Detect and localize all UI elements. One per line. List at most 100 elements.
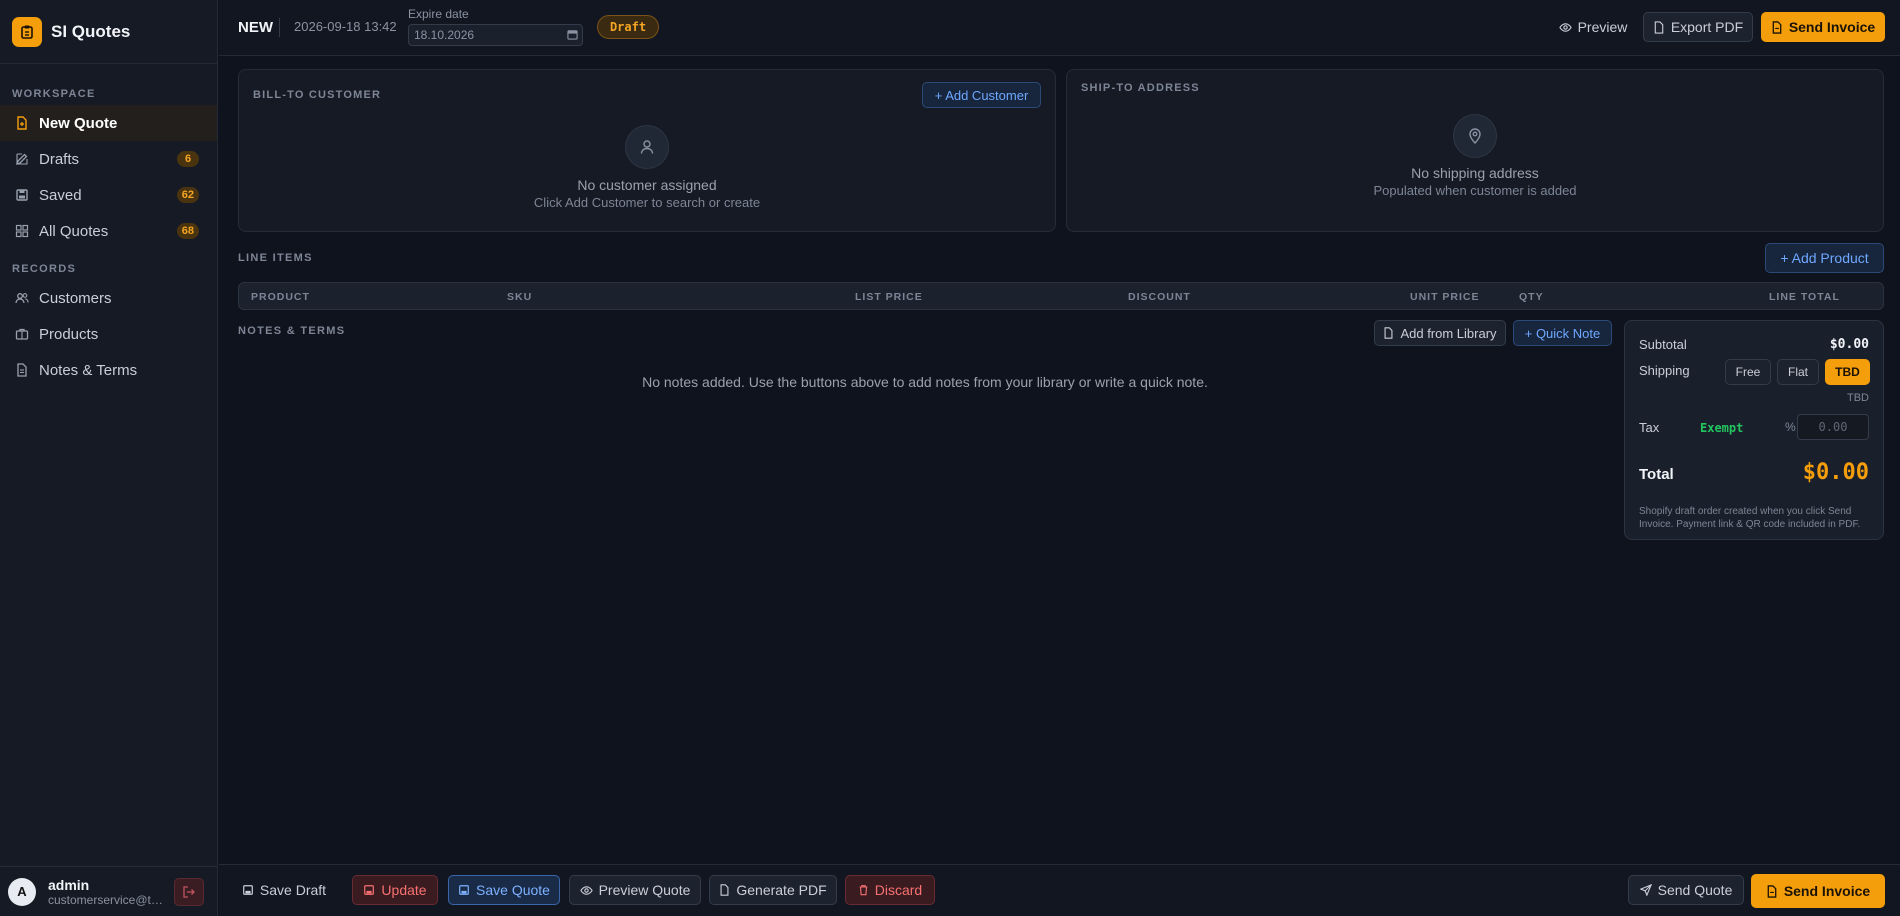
preview-label: Preview bbox=[1577, 19, 1628, 35]
nav-section-workspace: WORKSPACE bbox=[12, 88, 96, 100]
sidebar-item-drafts[interactable]: Drafts 6 bbox=[0, 141, 217, 177]
file-plus-icon bbox=[14, 115, 30, 131]
divider bbox=[279, 18, 280, 37]
totals-summary: Subtotal $0.00 Shipping Free Flat TBD TB… bbox=[1624, 320, 1884, 540]
invoice-icon bbox=[1772, 20, 1782, 34]
grid-icon bbox=[14, 223, 30, 239]
send-quote-label: Send Quote bbox=[1657, 882, 1733, 898]
sidebar-item-notes-terms[interactable]: Notes & Terms bbox=[0, 352, 217, 388]
tax-exempt-status[interactable]: Exempt bbox=[1700, 421, 1743, 435]
shipping-option-free[interactable]: Free bbox=[1725, 359, 1771, 385]
user-email: customerservice@to... bbox=[48, 892, 164, 907]
save-quote-label: Save Quote bbox=[476, 882, 550, 898]
clipboard-icon bbox=[12, 16, 42, 47]
shipping-option-tbd[interactable]: TBD bbox=[1825, 359, 1870, 385]
briefcase-icon bbox=[14, 326, 30, 342]
update-label: Update bbox=[381, 882, 427, 898]
app-name: SI Quotes bbox=[51, 21, 131, 41]
total-value: $0.00 bbox=[1802, 460, 1869, 485]
discard-button[interactable]: Discard bbox=[845, 875, 935, 905]
generate-pdf-button[interactable]: Generate PDF bbox=[709, 875, 837, 905]
expire-date-label: Expire date bbox=[408, 7, 469, 21]
count-badge: 62 bbox=[176, 187, 199, 203]
save-icon bbox=[243, 885, 253, 895]
notes-empty-message: No notes added. Use the buttons above to… bbox=[642, 374, 1208, 390]
send-invoice-button-bottom[interactable]: Send Invoice bbox=[1751, 874, 1885, 908]
column-header-unit-price: UNIT PRICE bbox=[1410, 291, 1480, 303]
save-quote-button[interactable]: Save Quote bbox=[448, 875, 560, 905]
save-icon bbox=[459, 885, 469, 895]
topbar: NEW 2026-09-18 13:42 Expire date 18.10.2… bbox=[219, 0, 1900, 56]
nav-section-records: RECORDS bbox=[12, 263, 77, 275]
send-invoice-button-top[interactable]: Send Invoice bbox=[1761, 12, 1885, 42]
save-draft-button[interactable]: Save Draft bbox=[239, 875, 329, 905]
bill-to-empty-message: No customer assigned bbox=[577, 177, 717, 193]
send-invoice-label: Send Invoice bbox=[1783, 883, 1871, 899]
expire-date-input[interactable]: 18.10.2026 bbox=[408, 24, 583, 46]
sidebar-item-saved[interactable]: Saved 62 bbox=[0, 177, 217, 213]
user-icon bbox=[625, 125, 669, 169]
count-badge: 68 bbox=[176, 223, 199, 239]
edit-icon bbox=[14, 151, 30, 167]
calendar-icon[interactable] bbox=[567, 29, 578, 40]
quick-note-button[interactable]: + Quick Note bbox=[1513, 320, 1612, 346]
discard-label: Discard bbox=[874, 882, 923, 898]
subtotal-value: $0.00 bbox=[1829, 337, 1869, 352]
draft-status-badge: Draft bbox=[597, 15, 659, 39]
add-customer-button[interactable]: + Add Customer bbox=[922, 82, 1041, 108]
expire-date-value: 18.10.2026 bbox=[414, 28, 475, 42]
invoice-icon bbox=[1767, 884, 1777, 898]
save-icon bbox=[14, 187, 30, 203]
sidebar-item-customers[interactable]: Customers bbox=[0, 280, 217, 316]
add-from-library-button[interactable]: Add from Library bbox=[1374, 320, 1506, 346]
bill-to-empty-hint: Click Add Customer to search or create bbox=[533, 195, 761, 210]
avatar[interactable]: A bbox=[8, 877, 36, 906]
export-pdf-button[interactable]: Export PDF bbox=[1643, 12, 1753, 42]
document-icon bbox=[14, 362, 30, 378]
eye-icon bbox=[579, 885, 593, 895]
ship-to-card: SHIP-TO ADDRESS No shipping address Popu… bbox=[1066, 69, 1884, 232]
tax-percent-unit: % bbox=[1785, 420, 1796, 434]
add-from-library-label: Add from Library bbox=[1400, 325, 1497, 341]
eye-icon bbox=[1558, 22, 1572, 32]
sidebar-item-all-quotes[interactable]: All Quotes 68 bbox=[0, 213, 217, 249]
bottom-action-bar: Save Draft Update Save Quote Preview Quo… bbox=[219, 864, 1900, 916]
summary-note: Shopify draft order created when you cli… bbox=[1639, 506, 1861, 530]
generate-pdf-label: Generate PDF bbox=[736, 882, 827, 898]
sidebar-item-label: Notes & Terms bbox=[39, 361, 138, 379]
sidebar-item-label: All Quotes bbox=[39, 222, 109, 240]
users-icon bbox=[14, 290, 30, 306]
preview-quote-label: Preview Quote bbox=[598, 882, 691, 898]
preview-quote-button[interactable]: Preview Quote bbox=[569, 875, 701, 905]
sidebar-item-products[interactable]: Products bbox=[0, 316, 217, 352]
add-product-button[interactable]: + Add Product bbox=[1765, 243, 1884, 273]
quote-status: NEW bbox=[238, 19, 273, 36]
brand[interactable]: SI Quotes bbox=[0, 0, 217, 64]
sidebar-item-label: Drafts bbox=[39, 150, 80, 168]
tax-rate-input[interactable]: 0.00 bbox=[1797, 414, 1869, 440]
file-icon bbox=[720, 884, 729, 896]
send-invoice-label: Send Invoice bbox=[1788, 19, 1876, 35]
shipping-option-flat[interactable]: Flat bbox=[1777, 359, 1819, 385]
count-badge: 6 bbox=[177, 151, 199, 167]
logout-icon bbox=[183, 885, 195, 898]
column-header-line-total: LINE TOTAL bbox=[1769, 291, 1840, 303]
line-items-title: LINE ITEMS bbox=[238, 252, 313, 264]
user-name: admin bbox=[48, 876, 90, 893]
column-header-sku: SKU bbox=[507, 291, 533, 303]
sidebar-item-new-quote[interactable]: New Quote bbox=[0, 105, 217, 141]
column-header-product: PRODUCT bbox=[251, 291, 310, 303]
user-panel: A admin customerservice@to... bbox=[0, 866, 218, 916]
subtotal-row: Subtotal $0.00 bbox=[1639, 337, 1869, 352]
update-button[interactable]: Update bbox=[352, 875, 438, 905]
send-quote-button[interactable]: Send Quote bbox=[1628, 875, 1744, 905]
preview-button[interactable]: Preview bbox=[1555, 12, 1631, 42]
sidebar-item-label: New Quote bbox=[39, 114, 118, 132]
total-label: Total bbox=[1639, 466, 1674, 483]
sidebar-item-label: Saved bbox=[39, 186, 82, 204]
ship-to-empty-message: No shipping address bbox=[1411, 165, 1539, 181]
save-icon bbox=[364, 885, 375, 895]
logout-button[interactable] bbox=[174, 877, 204, 906]
notes-title: NOTES & TERMS bbox=[238, 325, 346, 337]
bill-to-card: BILL-TO CUSTOMER + Add Customer No custo… bbox=[238, 69, 1056, 232]
